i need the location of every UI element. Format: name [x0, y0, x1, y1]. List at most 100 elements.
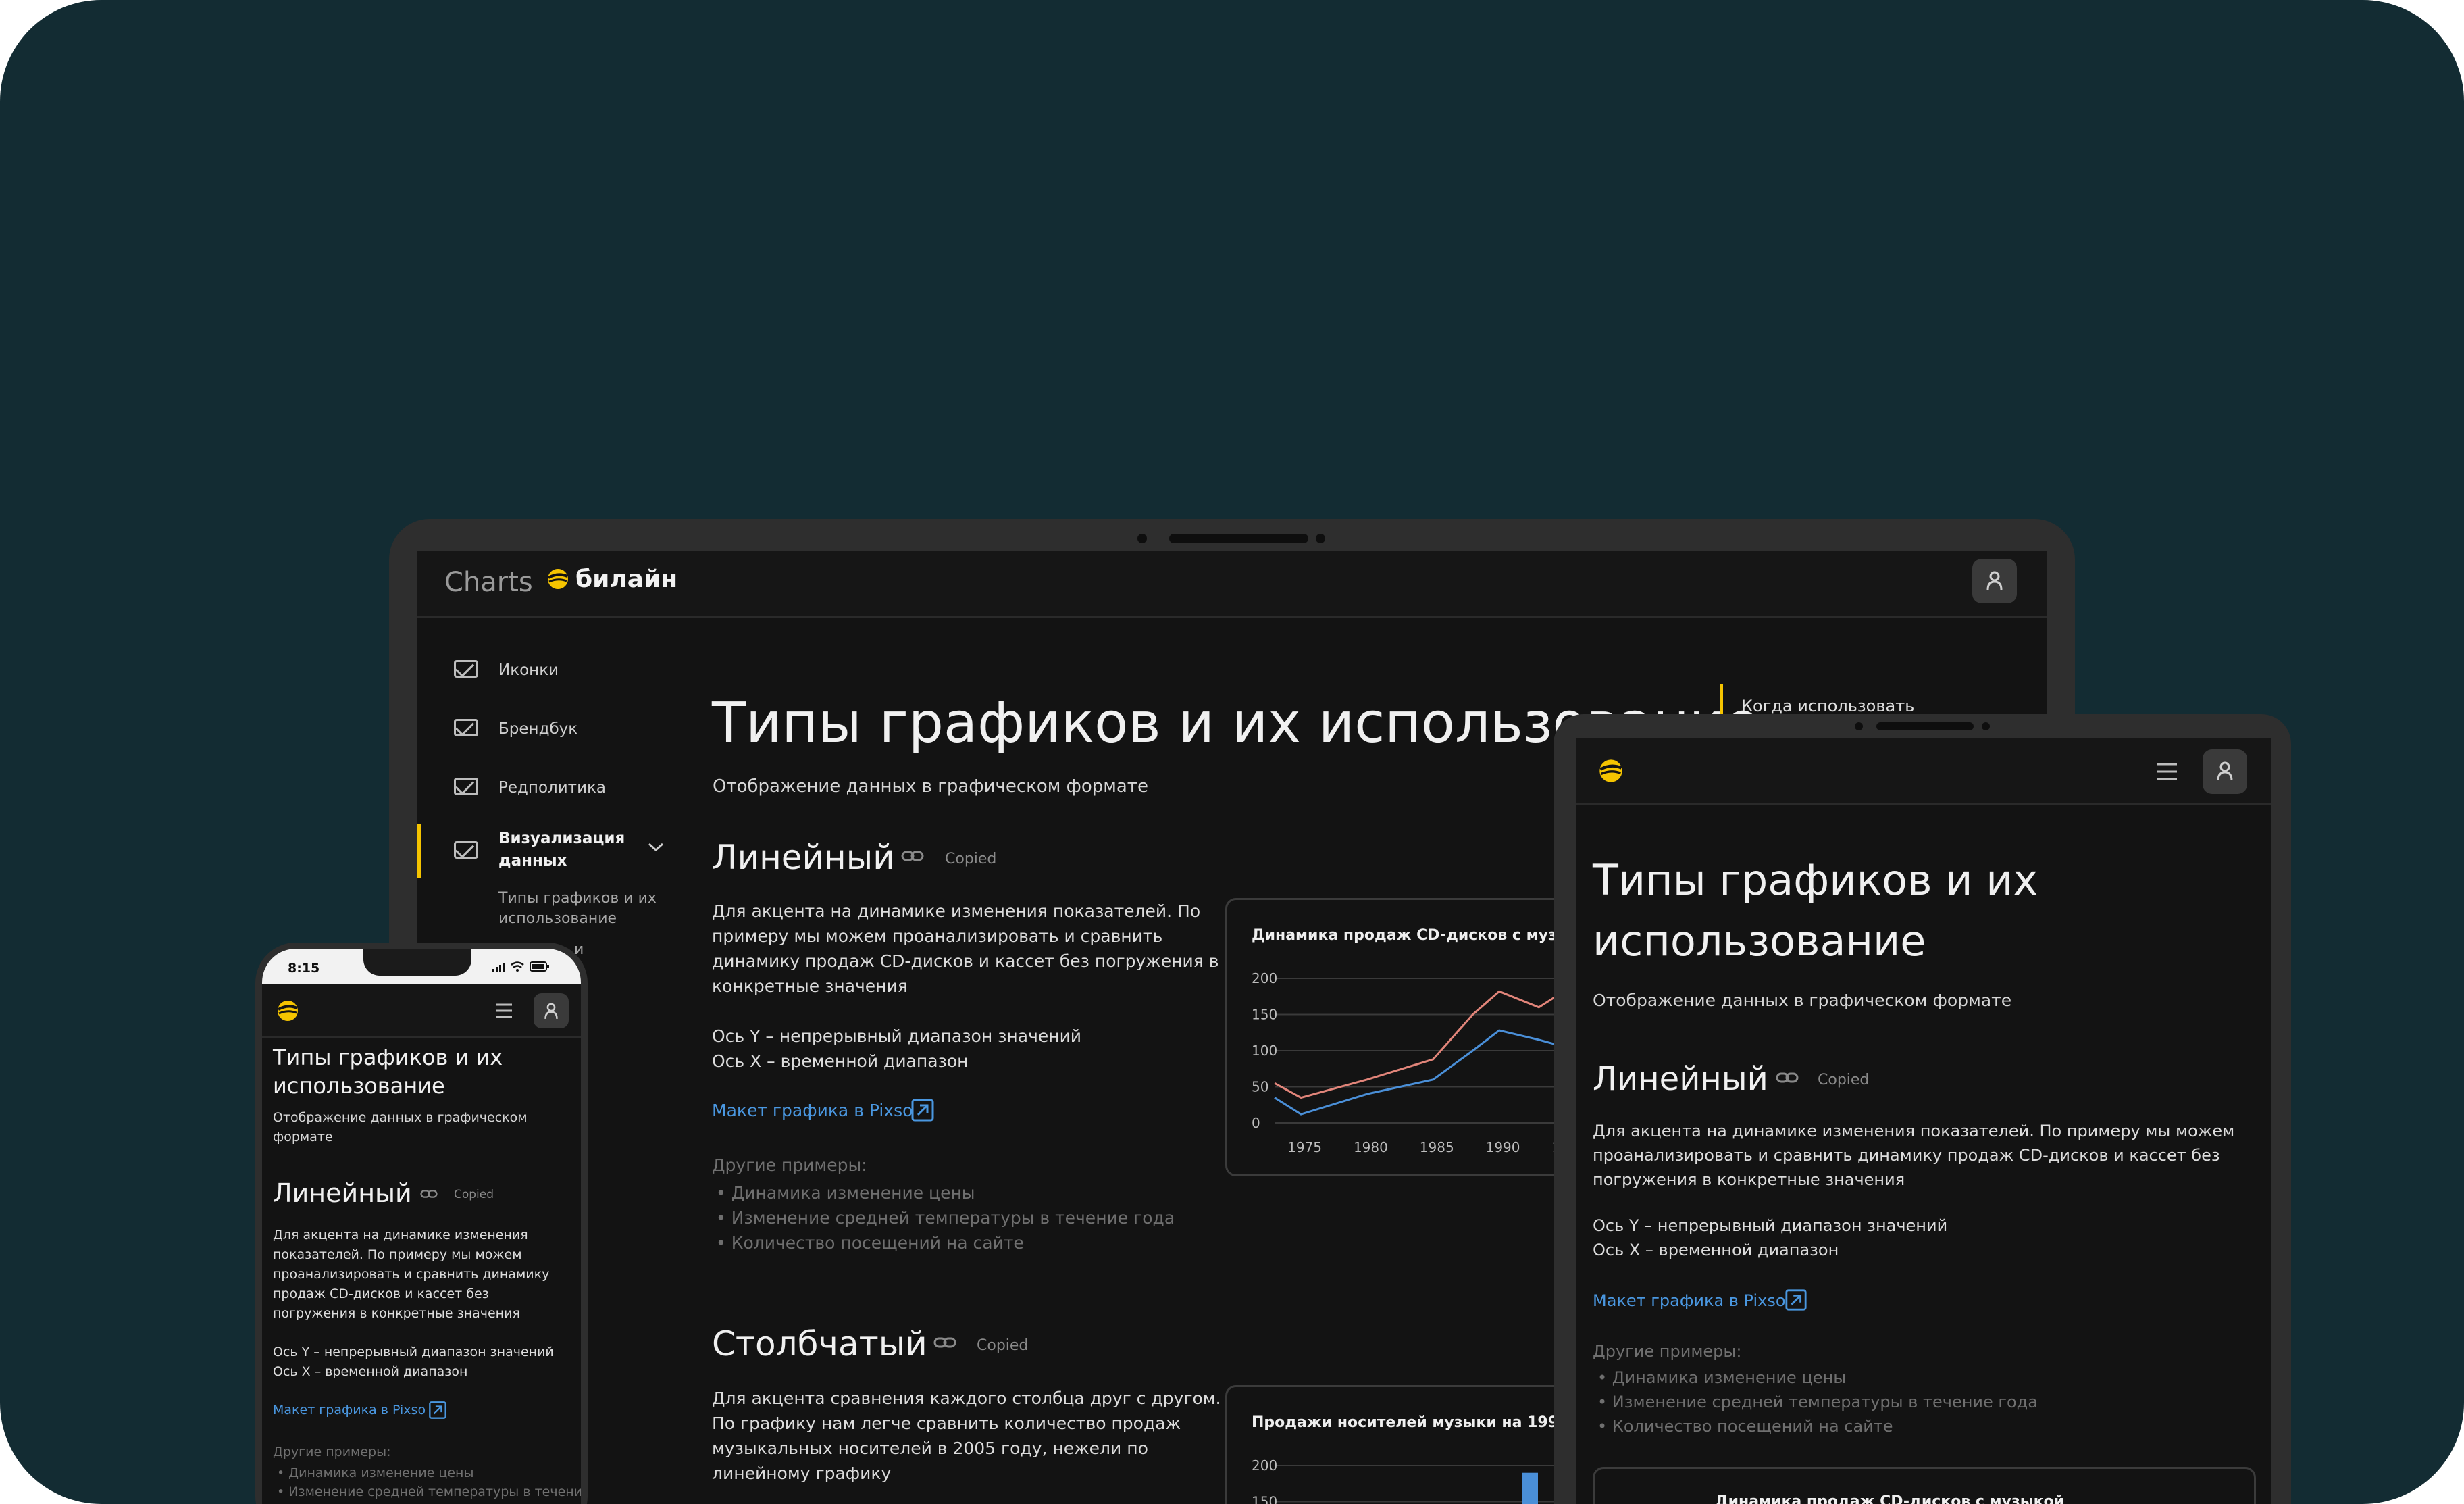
desc-line: музыкальных носителей в 2005 году, нежел…	[712, 1438, 1148, 1458]
line-chart-card: Динамика продаж CD-дисков с музыкой	[1593, 1467, 2256, 1504]
menu-icon[interactable]	[494, 1003, 513, 1022]
desc-line: Для акцента на динамике изменения	[273, 1228, 528, 1243]
profile-button[interactable]	[2203, 749, 2247, 794]
examples-title: Другие примеры:	[1593, 1342, 1742, 1361]
axis-description: Ось Y – непрерывный диапазон значений Ос…	[273, 1343, 554, 1382]
profile-button[interactable]	[534, 993, 569, 1028]
y-tick-label: 150	[1252, 1494, 1277, 1504]
section-description: Для акцента на динамике изменения показа…	[712, 899, 1219, 999]
sidebar-item-redpolicy[interactable]: Редполитика	[417, 768, 688, 809]
y-tick-label: 150	[1252, 1007, 1277, 1023]
desc-line: показателей. По примеру мы можем	[273, 1247, 522, 1262]
y-tick-label: 200	[1252, 1457, 1277, 1474]
desc-line: продаж CD-дисков и кассет без	[273, 1286, 489, 1301]
section-heading-line: Линейный	[712, 838, 895, 877]
wifi-icon	[511, 961, 524, 974]
laptop-header: Charts билайн	[417, 551, 2047, 618]
y-tick-label: 50	[1252, 1079, 1268, 1095]
desc-line: погружения в конкретные значения	[1593, 1170, 1905, 1189]
beeline-logo-icon	[276, 999, 300, 1026]
examples-list: Динамика изменение цены Изменение средне…	[1597, 1365, 2038, 1438]
user-icon	[2216, 760, 2234, 784]
axis-line: Ось X – временной диапазон	[273, 1364, 468, 1379]
axis-description: Ось Y – непрерывный диапазон значений Ос…	[1593, 1213, 1947, 1262]
examples-list: Динамика изменение цены Изменение средне…	[716, 1180, 1175, 1255]
sidebar-item-brandbook[interactable]: Брендбук	[417, 709, 688, 750]
series-line	[1274, 1029, 1574, 1116]
section-heading-line: Линейный	[273, 1178, 412, 1208]
desc-line: Для акцента сравнения каждого столбца др…	[712, 1388, 1221, 1408]
showcase-canvas: Charts билайн Иконки Брендбук Редполитик…	[0, 0, 2464, 1504]
profile-button[interactable]	[1972, 559, 2017, 603]
desc-line: Для акцента на динамике изменения показа…	[1593, 1122, 2235, 1140]
link-icon[interactable]	[1776, 1071, 1799, 1087]
battery-icon	[530, 961, 550, 974]
link-icon[interactable]	[420, 1188, 438, 1202]
external-link-icon[interactable]	[428, 1401, 447, 1422]
laptop-camera	[1137, 534, 1147, 543]
list-item: Количество посещений на сайте	[1597, 1414, 2038, 1438]
pixso-link[interactable]: Макет графика в Pixso	[273, 1403, 426, 1418]
user-icon	[544, 1001, 559, 1023]
beeline-logo-icon	[546, 567, 570, 594]
toc-item[interactable]: Когда использовать	[1741, 697, 1914, 716]
tablet-camera	[1982, 722, 1990, 730]
external-link-icon[interactable]	[910, 1098, 935, 1125]
title-line: Типы графиков и их	[273, 1045, 503, 1070]
chevron-down-icon[interactable]	[647, 841, 665, 856]
desc-line: По графику нам легче сравнить количество…	[712, 1413, 1181, 1433]
sidebar-item-label: Иконки	[498, 661, 559, 679]
page-subtitle: Отображение данных в графическом формате	[1593, 991, 2012, 1010]
link-icon[interactable]	[901, 849, 924, 866]
desc-line: Для акцента на динамике изменения показа…	[712, 901, 1201, 921]
examples-title: Другие примеры:	[712, 1155, 867, 1175]
phone-screen: 8:15 Типы графиков и их использование От…	[262, 949, 581, 1504]
examples-list: Динамика изменение цены Изменение средне…	[277, 1463, 581, 1501]
list-item: Динамика изменение цены	[716, 1180, 1175, 1205]
section-description: Для акцента сравнения каждого столбца др…	[712, 1386, 1221, 1486]
axis-line: Ось Y – непрерывный диапазон значений	[712, 1026, 1082, 1046]
mail-icon	[454, 778, 478, 795]
y-tick-label: 100	[1252, 1043, 1277, 1059]
x-tick-label: 1985	[1420, 1139, 1454, 1155]
desc-line: динамику продаж CD-дисков и кассет без п…	[712, 951, 1219, 971]
tablet-header	[1576, 738, 2272, 805]
page-title: Типы графиков и их использование	[273, 1043, 503, 1100]
title-line: использование	[273, 1073, 445, 1099]
line-chart-card: Динамика продаж CD-дисков с музыкой 200 1…	[1225, 898, 1576, 1176]
menu-icon[interactable]	[2155, 761, 2178, 784]
mail-icon	[454, 660, 478, 678]
bar	[1522, 1472, 1538, 1504]
tablet-screen: Типы графиков и их использование Отображ…	[1576, 738, 2272, 1504]
phone-status-bar: 8:15	[262, 949, 581, 984]
bar-chart: 200 150	[1252, 1457, 1574, 1504]
sidebar-item-data-visualization[interactable]: Визуализация данных	[417, 821, 688, 882]
pixso-link[interactable]: Макет графика в Pixso	[1593, 1291, 1786, 1310]
x-tick-label: 1980	[1354, 1139, 1388, 1155]
examples-title: Другие примеры:	[273, 1445, 391, 1459]
desc-line: примеру мы можем проанализировать и срав…	[712, 926, 1163, 946]
app-title[interactable]: Charts	[444, 567, 533, 598]
laptop-camera	[1316, 534, 1325, 543]
subtitle-line: Отображение данных в графическом	[273, 1110, 528, 1125]
active-indicator	[417, 824, 421, 878]
copied-badge: Copied	[1818, 1072, 1870, 1088]
list-item: Динамика изменение цены	[1597, 1365, 2038, 1390]
desc-line: погружения в конкретные значения	[273, 1306, 520, 1321]
link-icon[interactable]	[933, 1336, 956, 1352]
desc-line: проанализировать и сравнить динамику про…	[1593, 1146, 2220, 1165]
sidebar-subitem-chart-types[interactable]: Типы графиков и их использование	[498, 888, 667, 929]
title-line: Типы графиков и их	[1593, 855, 2038, 905]
desc-line: конкретные значения	[712, 976, 908, 996]
sidebar-item-icons[interactable]: Иконки	[417, 651, 688, 691]
phone-notch	[363, 949, 471, 976]
list-item: Изменение средней температуры в течение …	[277, 1482, 581, 1501]
pixso-link[interactable]: Макет графика в Pixso	[712, 1101, 913, 1120]
external-link-icon[interactable]	[1785, 1288, 1807, 1314]
brand-name: билайн	[575, 566, 678, 593]
sidebar-item-label: Редполитика	[498, 779, 607, 797]
x-tick-label: 1990	[1486, 1139, 1520, 1155]
sidebar-item-label: Брендбук	[498, 720, 578, 738]
user-icon	[1986, 570, 2003, 594]
laptop-notch	[1169, 534, 1308, 543]
